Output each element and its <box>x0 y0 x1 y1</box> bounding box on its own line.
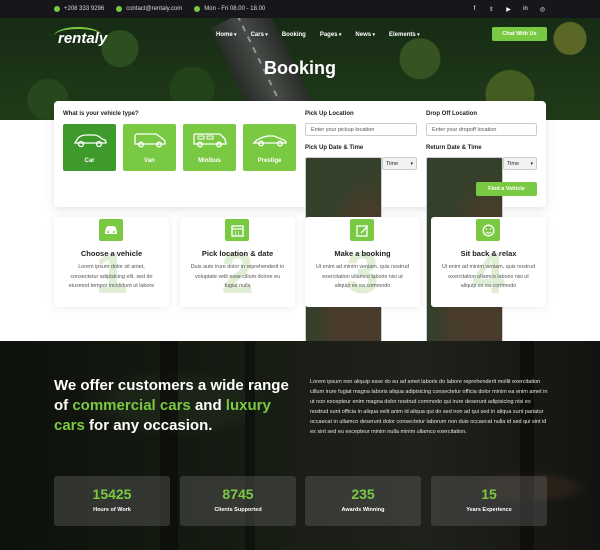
step-description: Lorem ipsum dolor sit amet, consectetur … <box>68 264 155 289</box>
return-time-select[interactable]: Time <box>503 157 537 170</box>
dropoff-location-label: Drop Off Location <box>426 111 477 117</box>
step-card-2: 2 Pick location & date Duis aute irure d… <box>180 217 295 307</box>
vehicle-prestige-label: Prestige <box>257 158 282 164</box>
stat-value: 15 <box>481 486 497 502</box>
stat-card: 8745 Clients Supported <box>180 476 296 526</box>
step-title: Pick location & date <box>201 249 274 258</box>
hours-item: Mon - Fri 08.00 - 18.00 <box>194 6 265 12</box>
phone-icon <box>54 6 60 12</box>
step-card-1: 1 Choose a vehicle Lorem ipsum dolor sit… <box>54 217 169 307</box>
pickup-location-label: Pick Up Location <box>305 111 354 117</box>
vehicle-van-button[interactable]: Van <box>123 124 176 171</box>
step-description: Ut enim ad minim veniam, quis nostrud ex… <box>315 264 410 289</box>
stat-card: 235 Awards Winning <box>305 476 421 526</box>
pickup-datetime-label: Pick Up Date & Time <box>305 145 364 151</box>
step-title: Choose a vehicle <box>80 249 143 258</box>
about-headline: We offer customers a wide range of comme… <box>54 377 289 434</box>
stat-label: Years Experience <box>466 507 512 513</box>
twitter-icon[interactable]: 𝕥 <box>488 6 495 13</box>
stat-label: Awards Winning <box>341 507 385 513</box>
main-nav: Home Cars Booking Pages News Elements <box>216 32 420 38</box>
smile-icon <box>476 219 500 241</box>
stat-value: 15425 <box>92 486 132 502</box>
stat-value: 8745 <box>222 486 254 502</box>
nav-booking[interactable]: Booking <box>282 32 306 38</box>
find-vehicle-button[interactable]: Find a Vehicle <box>476 182 537 196</box>
step-card-4: 4 Sit back & relax Ut enim ad minim veni… <box>431 217 546 307</box>
van-icon <box>134 133 166 148</box>
nav-home[interactable]: Home <box>216 32 237 38</box>
step-description: Ut enim ad minim veniam, quis nostrud ex… <box>441 264 536 289</box>
booking-search-form: What is your vehicle type? Car Van Minib… <box>54 101 546 366</box>
stat-value: 235 <box>351 486 375 502</box>
stat-card: 15 Years Experience <box>431 476 547 526</box>
vehicle-type-label: What is your vehicle type? <box>63 111 139 117</box>
step-card-3: 3 Make a booking Ut enim ad minim veniam… <box>305 217 420 307</box>
email-item[interactable]: contact@rentaly.com <box>116 6 182 12</box>
nav-news[interactable]: News <box>355 32 375 38</box>
stat-card: 15425 Hours of Work <box>54 476 170 526</box>
car-icon <box>99 219 123 241</box>
edit-icon <box>350 219 374 241</box>
sports-car-icon <box>252 135 287 147</box>
mail-icon <box>116 6 123 12</box>
vehicle-minibus-button[interactable]: Minibus <box>183 124 236 171</box>
dropoff-location-input[interactable]: Enter your dropoff location <box>426 123 537 136</box>
nav-cars[interactable]: Cars <box>251 32 268 38</box>
clock-icon <box>194 6 201 12</box>
chat-button[interactable]: Chat With Us <box>492 27 547 41</box>
topbar: +208 333 9296 contact@rentaly.com Mon - … <box>0 0 600 18</box>
vehicle-car-label: Car <box>84 158 95 164</box>
step-title: Sit back & relax <box>460 249 517 258</box>
youtube-icon[interactable]: ▶ <box>505 6 512 13</box>
vehicle-prestige-button[interactable]: Prestige <box>243 124 296 171</box>
vehicle-minibus-label: Minibus <box>198 158 221 164</box>
hours-text: Mon - Fri 08.00 - 18.00 <box>204 6 266 12</box>
social-links: f 𝕥 ▶ in ◎ <box>471 6 546 13</box>
nav-elements[interactable]: Elements <box>389 32 420 38</box>
pickup-time-select[interactable]: Time <box>382 157 417 170</box>
phone-text: +208 333 9296 <box>64 6 105 12</box>
car-icon <box>73 134 107 148</box>
email-text: contact@rentaly.com <box>126 6 183 12</box>
minibus-icon <box>193 133 227 148</box>
stat-label: Hours of Work <box>93 507 131 513</box>
page-title: Booking <box>264 58 336 78</box>
logo[interactable]: rentaly <box>54 27 107 47</box>
step-description: Duis aute irure dolor in reprehenderit i… <box>190 264 285 289</box>
stat-label: Clients Supported <box>214 507 262 513</box>
about-paragraph: Lorem ipsum non aliquip esse do eu ad am… <box>310 379 548 435</box>
step-title: Make a booking <box>334 249 391 258</box>
about-section: We offer customers a wide range of comme… <box>0 341 600 550</box>
vehicle-car-button[interactable]: Car <box>63 124 116 171</box>
phone-item[interactable]: +208 333 9296 <box>54 6 104 12</box>
pickup-location-input[interactable]: Enter your pickup location <box>305 123 417 136</box>
instagram-icon[interactable]: ◎ <box>539 6 546 13</box>
calendar-icon <box>225 219 249 241</box>
nav-pages[interactable]: Pages <box>320 32 342 38</box>
return-datetime-label: Return Date & Time <box>426 145 482 151</box>
facebook-icon[interactable]: f <box>471 6 478 13</box>
vehicle-van-label: Van <box>144 158 155 164</box>
linkedin-icon[interactable]: in <box>522 6 529 13</box>
